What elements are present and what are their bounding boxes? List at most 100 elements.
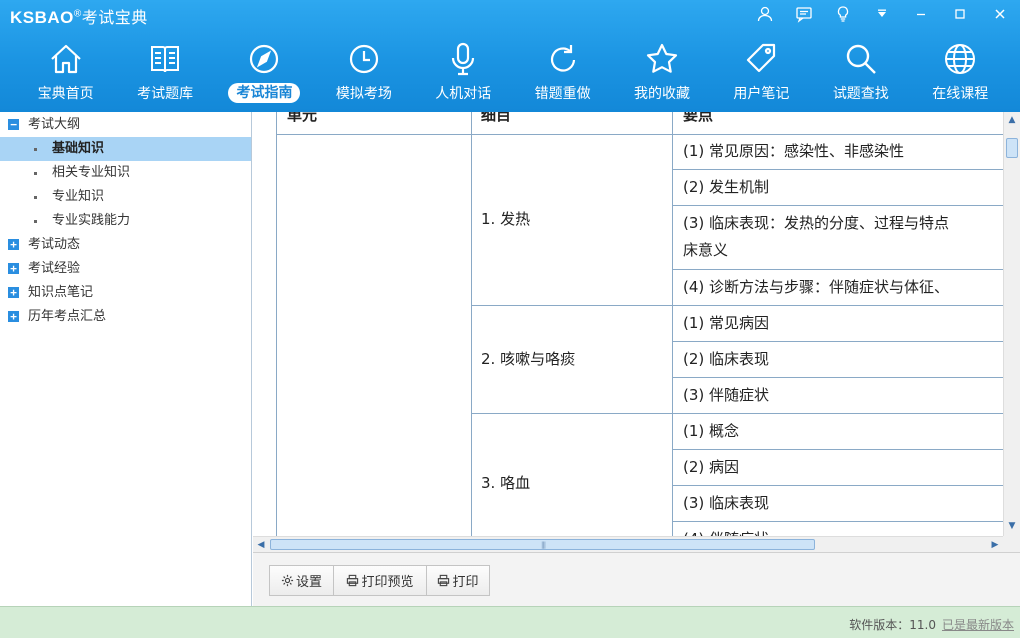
message-icon[interactable] <box>791 3 817 25</box>
tree-node-exam-experience[interactable]: + 考试经验 <box>0 257 251 281</box>
expand-icon[interactable]: + <box>8 239 19 250</box>
tree-node-outline[interactable]: − 考试大纲 <box>0 113 251 137</box>
tree-node-label: 知识点笔记 <box>28 285 94 300</box>
printer-icon <box>347 574 359 587</box>
tree-node-professional-knowledge[interactable]: 专业知识 <box>0 185 251 209</box>
nav-question-bank[interactable]: 考试题库 <box>115 38 214 106</box>
point-cell: (1) 概念 <box>673 414 1013 450</box>
nav-question-bank-label: 考试题库 <box>137 86 194 102</box>
tree-node-label: 相关专业知识 <box>52 165 131 180</box>
logo-reg: ® <box>73 8 82 20</box>
dropdown-icon[interactable] <box>869 3 895 25</box>
app-header: KSBAO®考试宝典 宝典首页 考试题库 考试指南 模拟考场 人机对话 错题重做… <box>0 0 1020 112</box>
bullet-icon <box>34 220 37 223</box>
logo-cn: 考试宝典 <box>81 8 148 27</box>
printer-icon <box>438 574 450 587</box>
nav-exam-guide-label: 考试指南 <box>228 83 301 103</box>
nav-redo-wrong[interactable]: 错题重做 <box>513 38 612 106</box>
lightbulb-icon[interactable] <box>830 3 856 25</box>
tree-node-basic-knowledge[interactable]: 基础知识 <box>0 137 251 161</box>
nav-search-questions[interactable]: 试题查找 <box>811 38 910 106</box>
main-nav: 宝典首页 考试题库 考试指南 模拟考场 人机对话 错题重做 我的收藏 用户笔记 … <box>16 38 1016 106</box>
tree-node-knowledge-notes[interactable]: + 知识点笔记 <box>0 281 251 305</box>
tree-node-label: 基础知识 <box>52 141 105 156</box>
nav-favorites-label: 我的收藏 <box>634 86 691 102</box>
expand-icon[interactable]: + <box>8 311 19 322</box>
vertical-scrollbar[interactable]: ▲ ▼ <box>1003 112 1020 536</box>
point-cell: (2) 临床表现 <box>673 342 1013 378</box>
bottom-toolbar: 设置 打印预览 打印 <box>253 552 1020 606</box>
item-label: 2. 咳嗽与咯痰 <box>481 350 576 368</box>
header-unit: 单元 <box>277 112 472 135</box>
print-label: 打印 <box>452 575 479 590</box>
scroll-right-icon[interactable]: ▶ <box>987 537 1003 553</box>
nav-mock-exam[interactable]: 模拟考场 <box>314 38 413 106</box>
globe-icon <box>941 40 979 78</box>
nav-home[interactable]: 宝典首页 <box>16 38 115 106</box>
clock-icon <box>345 40 383 78</box>
tag-icon <box>742 40 780 78</box>
gear-icon <box>281 574 294 587</box>
user-icon[interactable] <box>752 3 778 25</box>
close-icon[interactable] <box>987 3 1013 25</box>
bullet-icon <box>34 148 37 151</box>
tree-node-label: 考试大纲 <box>28 117 81 132</box>
search-icon <box>842 40 880 78</box>
minimize-icon[interactable] <box>908 3 934 25</box>
version-info: 软件版本：11.0 已是最新版本 <box>849 616 1014 633</box>
point-cell: (1) 常见病因 <box>673 306 1013 342</box>
item-label: 3. 咯血 <box>481 474 531 492</box>
tree-node-related-knowledge[interactable]: 相关专业知识 <box>0 161 251 185</box>
point-line: 床意义 <box>683 241 729 259</box>
logo-latin: KSBAO <box>10 8 74 27</box>
expand-icon[interactable]: + <box>8 287 19 298</box>
scroll-down-icon[interactable]: ▼ <box>1004 518 1020 535</box>
nav-online-courses[interactable]: 在线课程 <box>911 38 1010 106</box>
tree-node-past-key-points[interactable]: + 历年考点汇总 <box>0 305 251 329</box>
microphone-icon <box>444 40 482 78</box>
scroll-left-icon[interactable]: ◀ <box>253 537 269 553</box>
item-cell-cough: 2. 咳嗽与咯痰 <box>471 306 673 414</box>
sidebar-tree: − 考试大纲 基础知识 相关专业知识 专业知识 专业实践能力 + 考试动态 + … <box>0 112 252 606</box>
scroll-up-icon[interactable]: ▲ <box>1004 112 1020 129</box>
bullet-icon <box>34 196 37 199</box>
settings-button[interactable]: 设置 <box>269 565 334 596</box>
nav-exam-guide[interactable]: 考试指南 <box>215 38 314 106</box>
scroll-corner <box>1003 536 1020 552</box>
book-icon <box>146 40 184 78</box>
item-cell-hemoptysis: 3. 咯血 <box>471 414 673 536</box>
point-cell: (2) 发生机制 <box>673 170 1013 206</box>
star-icon <box>643 40 681 78</box>
refresh-icon <box>544 40 582 78</box>
scroll-thumb[interactable]: ||| <box>270 539 815 550</box>
scroll-thumb[interactable] <box>1006 138 1018 158</box>
point-line: (3) 临床表现：发热的分度、过程与特点 <box>683 214 950 232</box>
tree-node-label: 历年考点汇总 <box>28 309 107 324</box>
expand-icon[interactable]: + <box>8 263 19 274</box>
tree-node-exam-news[interactable]: + 考试动态 <box>0 233 251 257</box>
tree-node-label: 专业实践能力 <box>52 213 131 228</box>
latest-version-link[interactable]: 已是最新版本 <box>942 618 1014 632</box>
item-label: 1. 发热 <box>481 210 531 228</box>
header-points: 要点 <box>673 112 1013 135</box>
point-cell: (3) 伴随症状 <box>673 378 1013 414</box>
maximize-icon[interactable] <box>947 3 973 25</box>
nav-notes[interactable]: 用户笔记 <box>712 38 811 106</box>
print-preview-button[interactable]: 打印预览 <box>333 565 427 596</box>
page-margin <box>253 112 277 536</box>
horizontal-scrollbar[interactable]: ◀ ||| ▶ <box>253 536 1003 552</box>
nav-favorites[interactable]: 我的收藏 <box>612 38 711 106</box>
version-label: 软件版本：11.0 <box>849 618 936 632</box>
app-logo: KSBAO®考试宝典 <box>10 4 148 28</box>
collapse-icon[interactable]: − <box>8 119 19 130</box>
outline-content: 单元 细目 要点 1. 发热 (1) 常见原因：感染性、非感染性 (2) 发生机… <box>253 112 1020 536</box>
bullet-icon <box>34 172 37 175</box>
print-button[interactable]: 打印 <box>426 565 490 596</box>
nav-dialog-label: 人机对话 <box>435 86 492 102</box>
nav-dialog[interactable]: 人机对话 <box>414 38 513 106</box>
home-icon <box>47 40 85 78</box>
tree-node-practice-ability[interactable]: 专业实践能力 <box>0 209 251 233</box>
point-cell: (4) 伴随症状 <box>673 522 1013 536</box>
point-cell: (1) 常见原因：感染性、非感染性 <box>673 134 1013 170</box>
settings-label: 设置 <box>295 575 322 590</box>
